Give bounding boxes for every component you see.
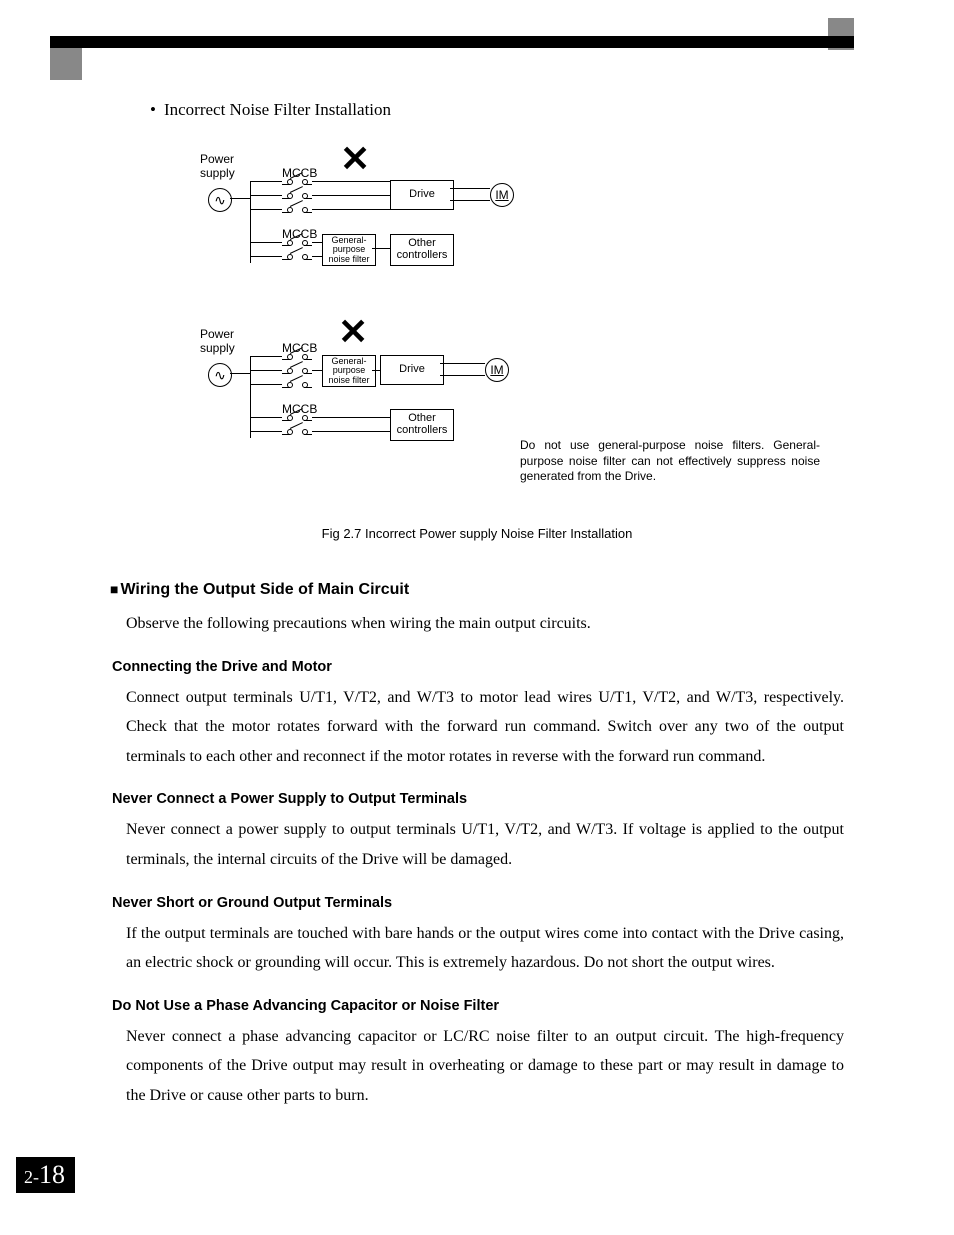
figure-note: Do not use general-purpose noise filters…: [520, 438, 820, 485]
noise-filter-box: General- purpose noise filter: [322, 234, 376, 266]
page-number-value: 18: [39, 1160, 65, 1189]
page-number: 2-18: [16, 1157, 75, 1193]
drive-box: Drive: [380, 355, 444, 385]
power-supply-label: Power supply: [200, 328, 235, 356]
chapter-number: 2-: [24, 1167, 39, 1187]
section-heading: ■Wiring the Output Side of Main Circuit: [110, 581, 844, 599]
sub-heading-3: Never Short or Ground Output Terminals: [112, 895, 844, 911]
header-rule: [50, 36, 854, 48]
sub-heading-2: Never Connect a Power Supply to Output T…: [112, 791, 844, 807]
sub-heading-1: Connecting the Drive and Motor: [112, 659, 844, 675]
sub-heading-4: Do Not Use a Phase Advancing Capacitor o…: [112, 998, 844, 1014]
figure-2-7: ✕ Power supply ∿ MCCB Drive: [190, 148, 844, 508]
section-intro: Observe the following precautions when w…: [126, 609, 844, 639]
figure-caption: Fig 2.7 Incorrect Power supply Noise Fil…: [110, 526, 844, 541]
ac-source-icon: ∿: [208, 188, 232, 212]
sub-body-3: If the output terminals are touched with…: [126, 919, 844, 978]
ac-source-icon: ∿: [208, 363, 232, 387]
cross-icon: ✕: [338, 311, 368, 353]
sub-body-4: Never connect a phase advancing capacito…: [126, 1022, 844, 1111]
cross-icon: ✕: [340, 138, 370, 180]
bullet-title: Incorrect Noise Filter Installation: [150, 100, 844, 120]
motor-icon: IM: [485, 358, 509, 382]
power-supply-label: Power supply: [200, 153, 235, 181]
other-controllers-box: Other controllers: [390, 234, 454, 266]
motor-icon: IM: [490, 183, 514, 207]
sub-body-2: Never connect a power supply to output t…: [126, 815, 844, 874]
header-cube-decor: [50, 48, 82, 80]
noise-filter-box: General- purpose noise filter: [322, 355, 376, 387]
other-controllers-box: Other controllers: [390, 409, 454, 441]
section-heading-text: Wiring the Output Side of Main Circuit: [120, 581, 409, 598]
drive-box: Drive: [390, 180, 454, 210]
sub-body-1: Connect output terminals U/T1, V/T2, and…: [126, 683, 844, 772]
